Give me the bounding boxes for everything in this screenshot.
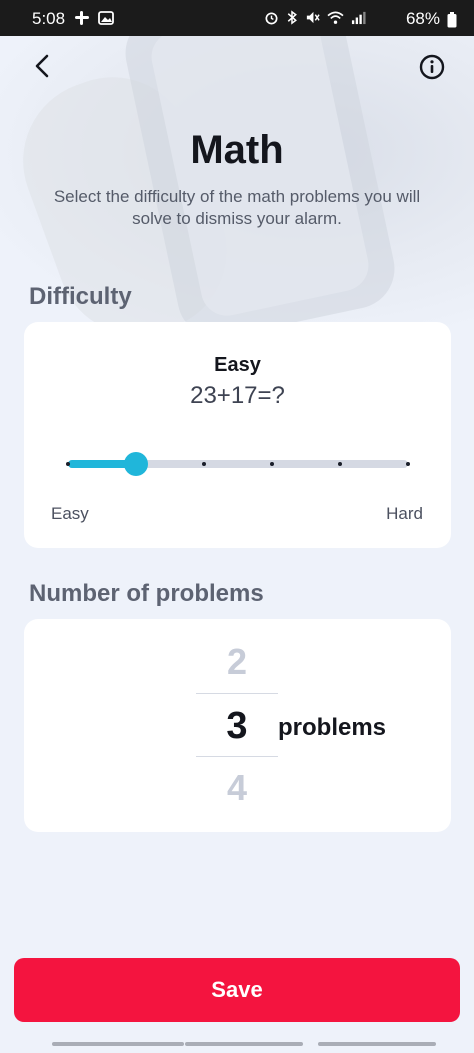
status-bar: 5:08 68% bbox=[0, 0, 474, 36]
status-right-icons bbox=[264, 10, 366, 25]
battery-icon bbox=[447, 12, 457, 28]
difficulty-example-problem: 23+17=? bbox=[190, 382, 285, 409]
alarm-icon bbox=[265, 12, 278, 25]
difficulty-slider[interactable] bbox=[66, 452, 410, 476]
slider-step-dot[interactable] bbox=[202, 462, 206, 466]
battery-percent: 68% bbox=[405, 9, 440, 28]
picker-current-value[interactable]: 3 bbox=[196, 705, 278, 748]
page-title: Math bbox=[190, 128, 284, 172]
picker-prev-value[interactable]: 2 bbox=[196, 641, 278, 683]
difficulty-level-name: Easy bbox=[214, 354, 261, 376]
slider-step-dot[interactable] bbox=[270, 462, 274, 466]
slider-min-label: Easy bbox=[51, 504, 89, 523]
slider-step-dot[interactable] bbox=[66, 462, 70, 466]
slider-thumb[interactable] bbox=[124, 452, 148, 476]
slider-max-label: Hard bbox=[386, 504, 423, 523]
signal-icon bbox=[351, 11, 366, 25]
slack-icon bbox=[75, 11, 89, 25]
picker-divider-top bbox=[196, 693, 278, 694]
slider-step-dot[interactable] bbox=[406, 462, 410, 466]
image-icon bbox=[98, 11, 114, 25]
problems-section-label: Number of problems bbox=[29, 580, 264, 607]
nav-back-button[interactable] bbox=[318, 1042, 436, 1046]
picker-unit-label: problems bbox=[278, 714, 387, 741]
nav-home-button[interactable] bbox=[185, 1042, 303, 1046]
difficulty-card: Easy 23+17=? Easy Hard bbox=[24, 322, 451, 548]
slider-step-dot[interactable] bbox=[338, 462, 342, 466]
nav-recents-button[interactable] bbox=[52, 1042, 184, 1046]
status-left-icons bbox=[74, 10, 114, 26]
wifi-icon bbox=[327, 11, 344, 24]
page-subtitle: Select the difficulty of the math proble… bbox=[53, 187, 421, 228]
save-button[interactable]: Save bbox=[14, 958, 460, 1022]
difficulty-section-label: Difficulty bbox=[29, 283, 132, 310]
info-button[interactable] bbox=[417, 52, 447, 82]
bluetooth-icon bbox=[287, 10, 297, 25]
chevron-left-icon bbox=[35, 54, 49, 78]
info-icon bbox=[419, 54, 445, 80]
problems-card: 2 3 4 problems bbox=[24, 619, 451, 832]
system-nav-bar bbox=[0, 1038, 474, 1053]
picker-next-value[interactable]: 4 bbox=[196, 767, 278, 809]
mute-icon bbox=[306, 11, 320, 24]
status-time: 5:08 bbox=[32, 9, 66, 28]
back-button[interactable] bbox=[26, 50, 58, 82]
picker-divider-bottom bbox=[196, 756, 278, 757]
